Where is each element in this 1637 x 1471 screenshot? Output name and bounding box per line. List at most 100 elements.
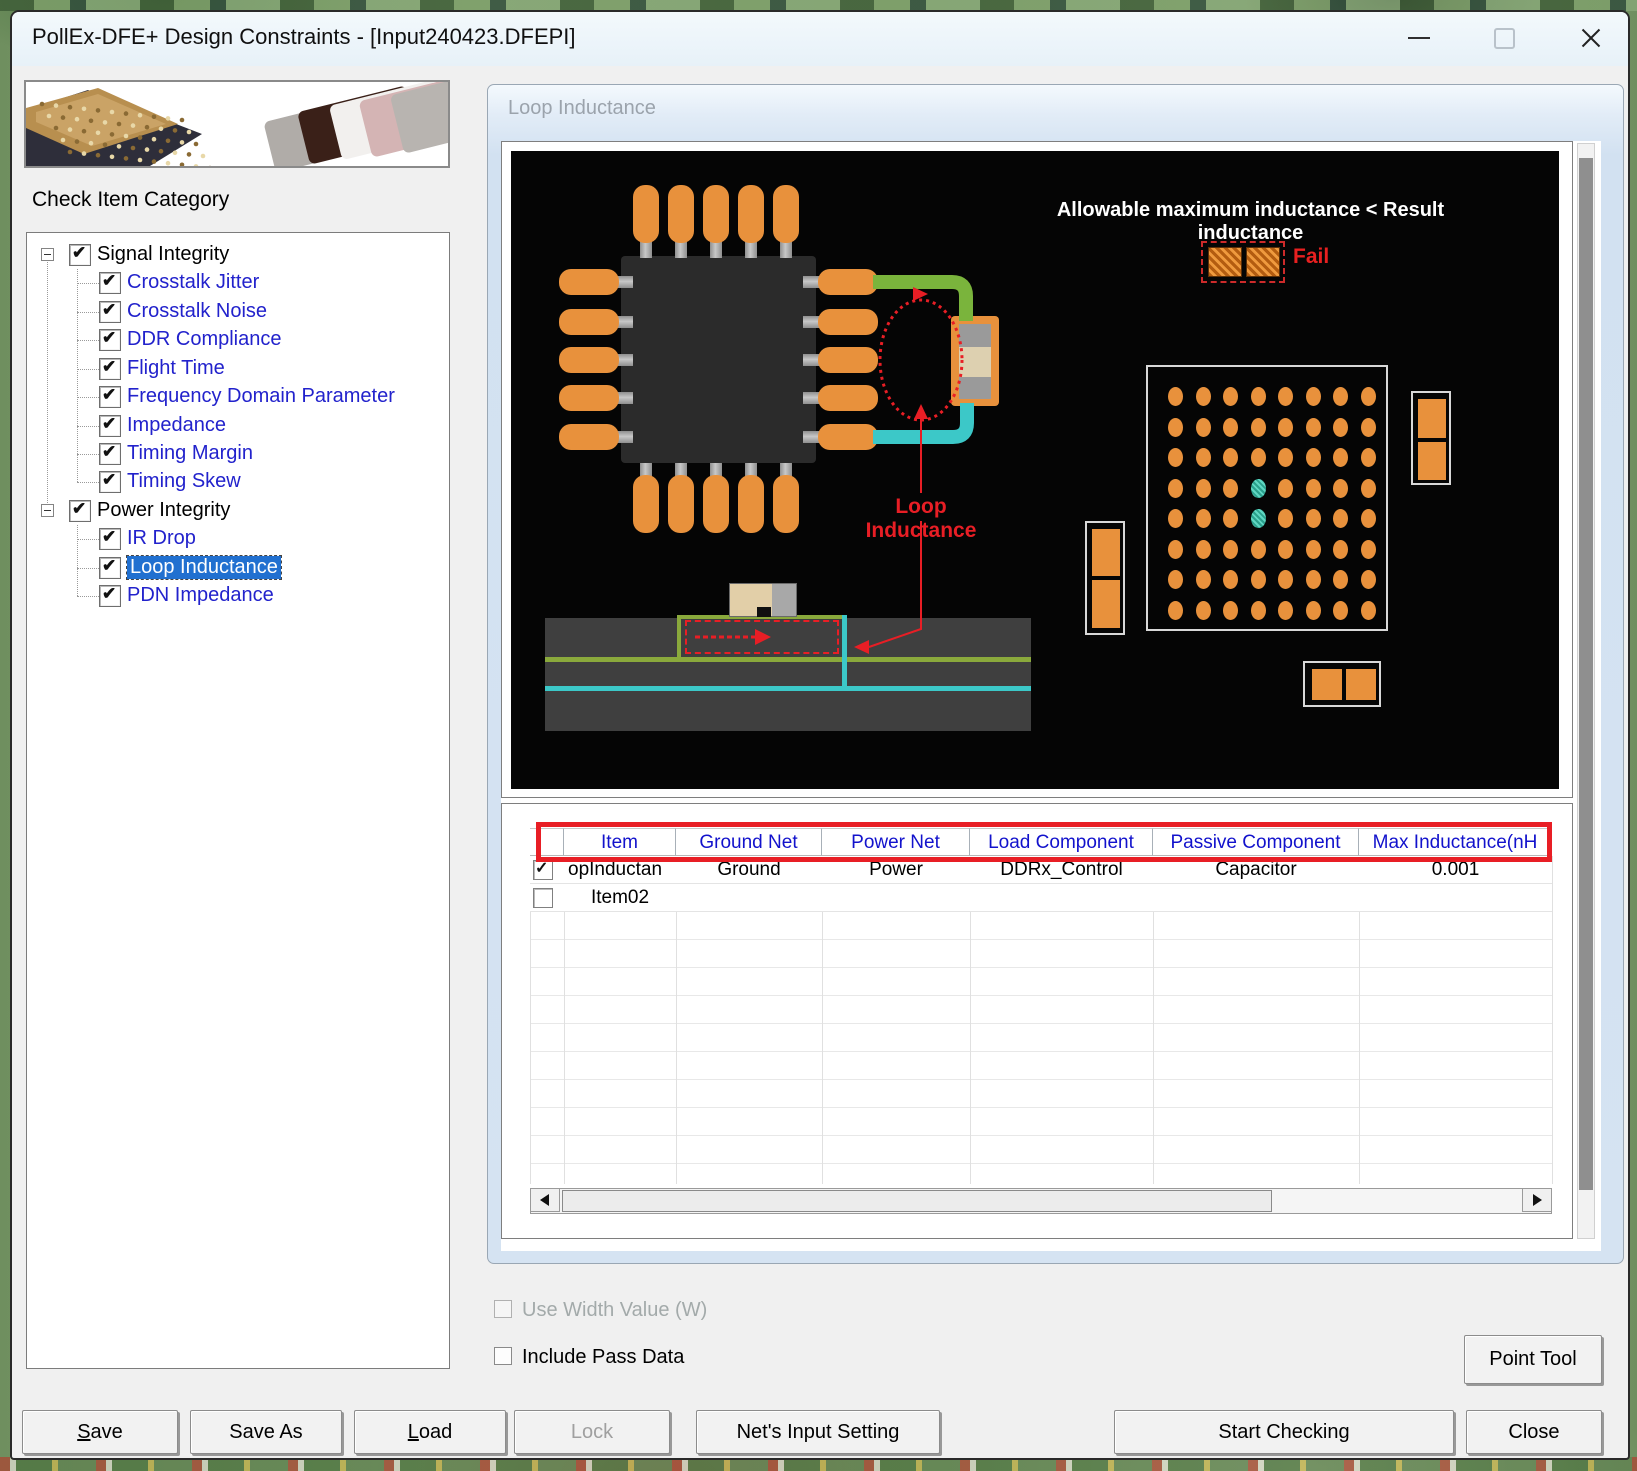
chip-pin-top (633, 185, 659, 243)
table-row[interactable]: opInductanGroundPowerDDRx_ControlCapacit… (530, 856, 1552, 884)
bga-ball (1168, 479, 1183, 498)
table-header-Ground Net[interactable]: Ground Net (676, 828, 822, 856)
tree-item-impedance[interactable]: Impedance (27, 412, 449, 440)
table-cell: Item02 (564, 884, 676, 912)
bga-ball (1278, 570, 1293, 589)
tree-checkbox[interactable] (69, 500, 91, 522)
start-checking-button[interactable]: Start Checking (1114, 1410, 1454, 1454)
tree-expand-icon[interactable] (41, 248, 54, 261)
fail-pad-right (1246, 247, 1280, 277)
minimize-button[interactable] (1397, 18, 1441, 58)
tree-item-flight-time[interactable]: Flight Time (27, 355, 449, 383)
tree-checkbox[interactable] (99, 585, 121, 607)
include-pass-data-checkbox[interactable] (494, 1347, 512, 1365)
table-cell: Ground (676, 856, 822, 884)
tree-checkbox[interactable] (99, 272, 121, 294)
table-header-select[interactable] (530, 828, 564, 856)
tree-item-ir-drop[interactable]: IR Drop (27, 525, 449, 553)
table-row[interactable]: Item02 (530, 884, 1552, 912)
save-as-button[interactable]: Save As (190, 1410, 342, 1454)
bga-ball (1251, 540, 1266, 559)
bga-ball (1333, 601, 1348, 620)
row-checkbox[interactable] (533, 888, 553, 908)
maximize-button[interactable] (1482, 18, 1526, 58)
tree-item-label: Signal Integrity (97, 243, 229, 266)
use-width-value-checkbox[interactable] (494, 1300, 512, 1318)
tree-item-loop-inductance[interactable]: Loop Inductance (27, 554, 449, 582)
table-header-Power Net[interactable]: Power Net (822, 828, 970, 856)
table-gridline (1552, 856, 1553, 1184)
tree-item-ddr-compliance[interactable]: DDR Compliance (27, 326, 449, 354)
tree-expand-icon[interactable] (41, 504, 54, 517)
bga-ball (1278, 540, 1293, 559)
bga-ball (1278, 479, 1293, 498)
bga-ball (1361, 418, 1376, 437)
tree-item-pdn-impedance[interactable]: PDN Impedance (27, 582, 449, 610)
scroll-left-button[interactable] (530, 1188, 560, 1212)
close-button[interactable]: Close (1466, 1410, 1602, 1454)
tree-checkbox[interactable] (99, 528, 121, 550)
tree-checkbox[interactable] (69, 244, 91, 266)
chip-pin-top (668, 185, 694, 243)
capacitor-terminal-top (959, 324, 991, 347)
use-width-value-checkbox-row[interactable]: Use Width Value (W) (494, 1299, 754, 1321)
tree-item-crosstalk-noise[interactable]: Crosstalk Noise (27, 298, 449, 326)
tree-checkbox[interactable] (99, 301, 121, 323)
chip-pin-right (818, 269, 878, 295)
bga-ball (1196, 509, 1211, 528)
table-header-Load Component[interactable]: Load Component (970, 828, 1153, 856)
content-vertical-scrollbar[interactable] (1577, 143, 1595, 1239)
bga-ball (1251, 387, 1266, 406)
table-horizontal-scrollbar[interactable] (530, 1188, 1552, 1214)
check-item-tree[interactable]: Signal Integrity Crosstalk JitterCrosstal… (26, 232, 450, 1369)
tree-item-timing-skew[interactable]: Timing Skew (27, 468, 449, 496)
tree-checkbox[interactable] (99, 329, 121, 351)
tree-checkbox[interactable] (99, 386, 121, 408)
tree-checkbox[interactable] (99, 557, 121, 579)
bga-ball (1278, 448, 1293, 467)
vertical-scrollbar-thumb[interactable] (1579, 158, 1593, 1190)
table-header-Item[interactable]: Item (564, 828, 676, 856)
include-pass-data-checkbox-row[interactable]: Include Pass Data (494, 1346, 754, 1368)
table-header-Max Inductance(nH[interactable]: Max Inductance(nH (1359, 828, 1552, 856)
tree-item-label: PDN Impedance (127, 584, 274, 607)
bga-ball (1306, 448, 1321, 467)
bga-ball (1333, 570, 1348, 589)
tree-item-signal-integrity[interactable]: Signal Integrity (27, 241, 449, 269)
table-cell: opInductan (564, 856, 676, 884)
bga-ball (1168, 540, 1183, 559)
close-button[interactable] (1569, 18, 1613, 58)
scroll-right-icon (1533, 1194, 1548, 1206)
tree-checkbox[interactable] (99, 443, 121, 465)
tree-item-timing-margin[interactable]: Timing Margin (27, 440, 449, 468)
bga-ball (1223, 570, 1238, 589)
tree-checkbox[interactable] (99, 415, 121, 437)
tree-item-crosstalk-jitter[interactable]: Crosstalk Jitter (27, 269, 449, 297)
tree-item-label: Loop Inductance (127, 556, 281, 579)
net-s-input-setting-button[interactable]: Net's Input Setting (696, 1410, 940, 1454)
bga-ball (1196, 418, 1211, 437)
capacitor-terminal-bottom (959, 377, 991, 399)
bga-ball (1196, 448, 1211, 467)
scroll-right-button[interactable] (1522, 1188, 1552, 1212)
tree-item-frequency-domain-parameter[interactable]: Frequency Domain Parameter (27, 383, 449, 411)
bga-ball (1196, 540, 1211, 559)
tree-item-power-integrity[interactable]: Power Integrity (27, 497, 449, 525)
illustration-panel: Allowable maximum inductance < Result in… (501, 141, 1573, 798)
horizontal-scrollbar-thumb[interactable] (562, 1190, 1272, 1212)
bga-ball (1196, 387, 1211, 406)
table-header-Passive Component[interactable]: Passive Component (1153, 828, 1359, 856)
bga-ball (1196, 479, 1211, 498)
point-tool-button[interactable]: Point Tool (1464, 1335, 1602, 1384)
bga-ball (1168, 387, 1183, 406)
row-checkbox[interactable] (533, 860, 553, 880)
bga-ball (1223, 418, 1238, 437)
load-button[interactable]: Load (354, 1410, 506, 1454)
table-cell: Power (822, 856, 970, 884)
save-button[interactable]: Save (22, 1410, 178, 1454)
tree-checkbox[interactable] (99, 358, 121, 380)
bga-ball (1306, 387, 1321, 406)
xsec-capacitor (729, 583, 797, 617)
tree-checkbox[interactable] (99, 471, 121, 493)
table-cell (676, 884, 822, 912)
